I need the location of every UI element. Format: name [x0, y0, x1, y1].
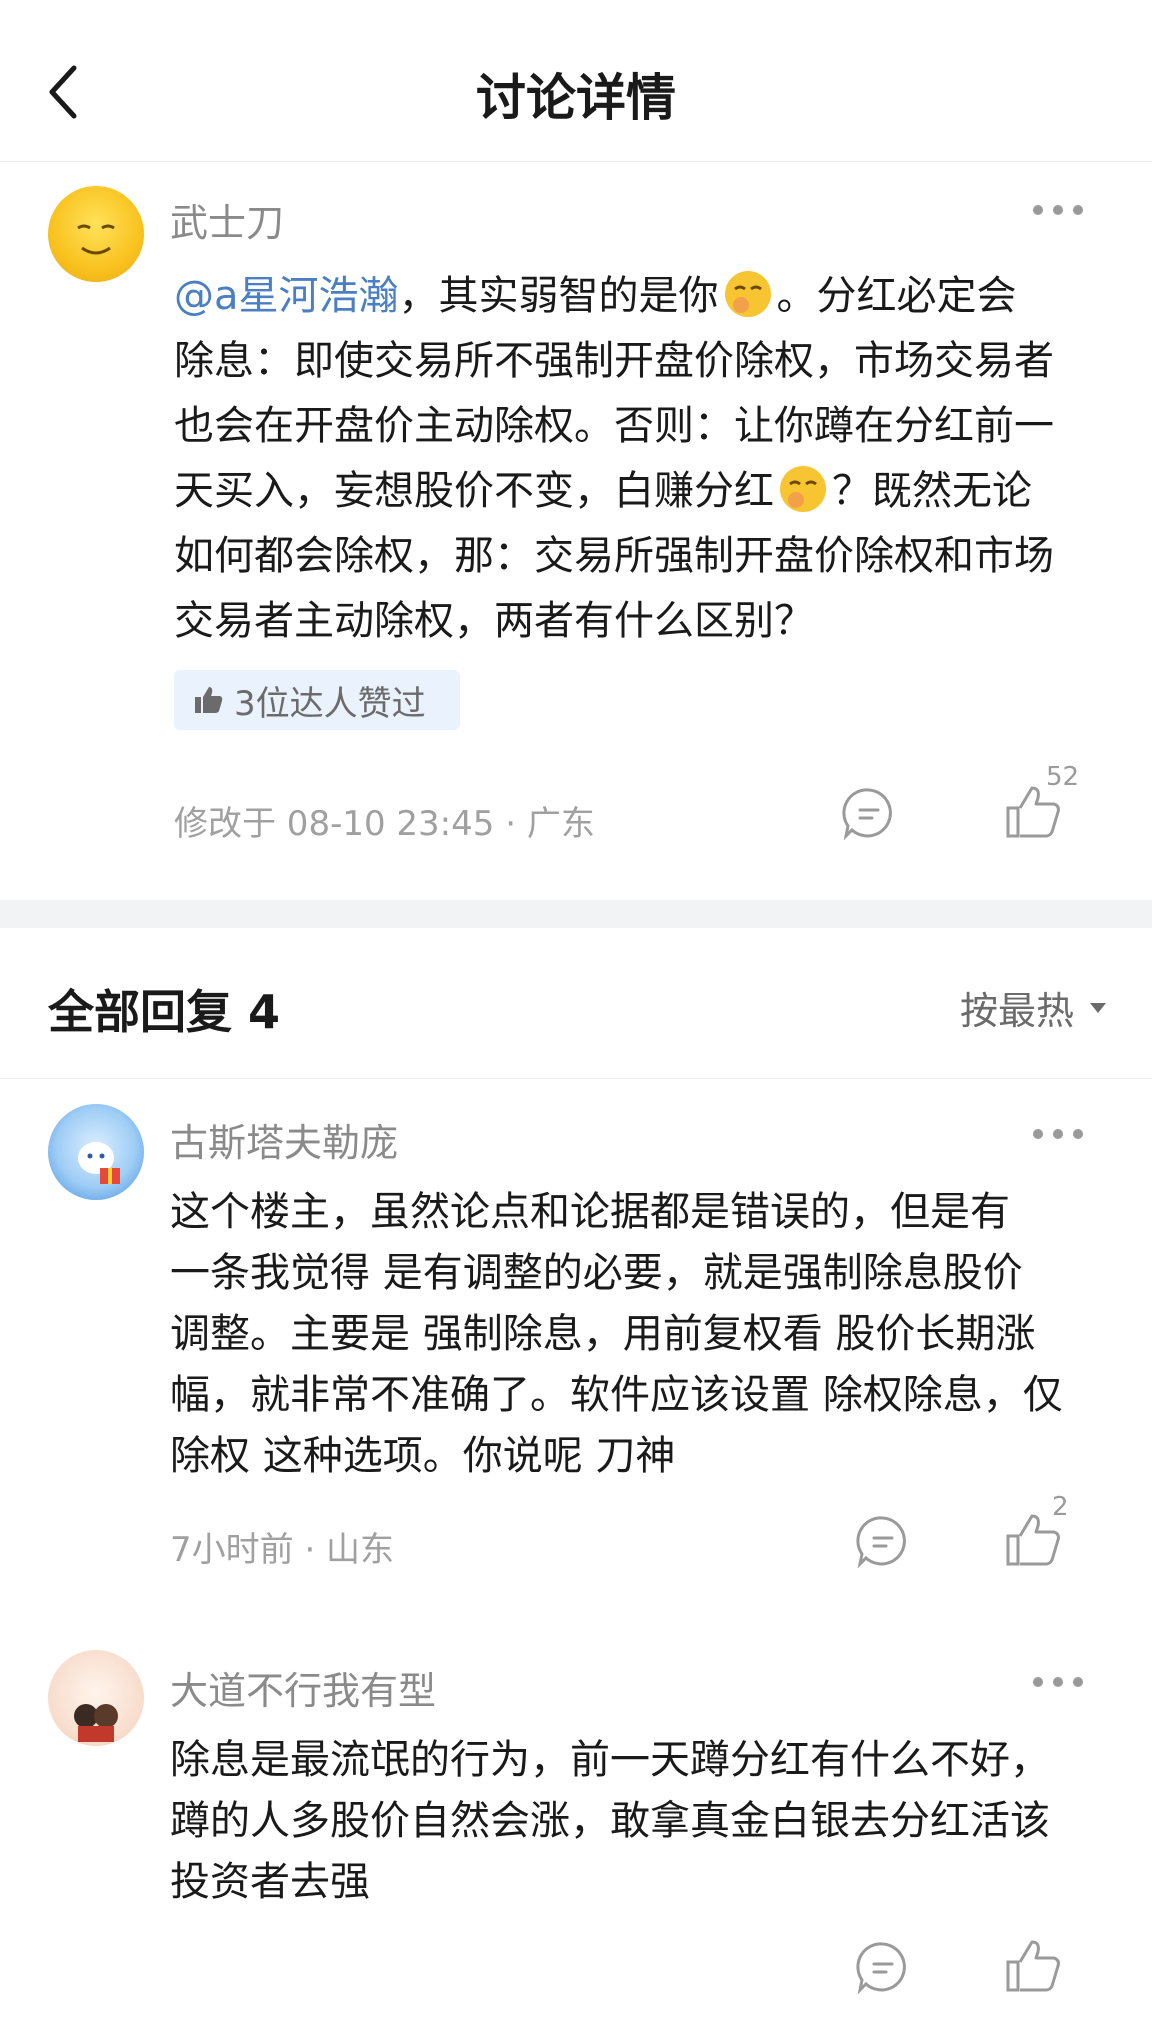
smirk-emoji-icon: [724, 271, 771, 317]
reply-author-name[interactable]: 古斯塔夫勒庞: [170, 1112, 398, 1167]
section-divider: [0, 900, 1152, 928]
post-line: @a星河浩瀚，其实弱智的是你 。分红必定会: [174, 264, 1124, 329]
post-body: @a星河浩瀚，其实弱智的是你 。分红必定会 除息：即使交易所不强制开盘价除权，市场…: [174, 264, 1124, 654]
like-count: 52: [1046, 762, 1080, 792]
reply-meta: 7小时前 · 山东: [170, 1530, 395, 1570]
post-meta: 修改于 08-10 23:45 · 广东: [174, 804, 595, 844]
post-line: 天买入，妄想股价不变，白赚分红 ？既然无论: [174, 459, 1124, 524]
reply-line: 蹲的人多股价自然会涨，敢拿真金白银去分红活该: [170, 1798, 1050, 1844]
like-icon[interactable]: [1004, 784, 1064, 840]
more-dots-icon[interactable]: [1030, 1124, 1086, 1144]
reply-line: 一条我觉得 是有调整的必要，就是强制除息股价: [170, 1250, 1023, 1296]
mention-link[interactable]: @a星河浩瀚: [174, 273, 399, 319]
post-line: 除息：即使交易所不强制开盘价除权，市场交易者: [174, 338, 1054, 384]
avatar[interactable]: [48, 186, 144, 282]
reply-line: 幅，就非常不准确了。软件应该设置 除权除息，仅: [170, 1372, 1063, 1418]
page-title: 讨论详情: [476, 69, 676, 127]
smirk-emoji-icon: [780, 466, 826, 512]
likers-badge[interactable]: 3位达人赞过: [174, 670, 460, 730]
reply-line: 投资者去强: [170, 1859, 370, 1905]
more-dots-icon[interactable]: [1030, 200, 1086, 220]
like-count: 2: [1052, 1492, 1069, 1522]
reply-author-name[interactable]: 大道不行我有型: [170, 1660, 436, 1715]
thumbs-up-icon: [195, 687, 223, 713]
comment-icon[interactable]: [856, 1940, 910, 1994]
post-line: 交易者主动除权，两者有什么区别？: [174, 598, 814, 644]
comment-icon[interactable]: [842, 786, 896, 840]
sort-triangle-icon: [1090, 1002, 1106, 1013]
reply-line: 这个楼主，虽然论点和论据都是错误的，但是有: [170, 1189, 1010, 1235]
likers-text: 3位达人赞过: [234, 683, 426, 724]
more-dots-icon[interactable]: [1030, 1672, 1086, 1692]
sort-label: 按最热: [959, 989, 1074, 1033]
reply-body: 这个楼主，虽然论点和论据都是错误的，但是有 一条我觉得 是有调整的必要，就是强制…: [170, 1182, 1130, 1487]
post-line: 如何都会除权，那：交易所强制开盘价除权和市场: [174, 533, 1054, 579]
reply-line: 除权 这种选项。你说呢 刀神: [170, 1433, 676, 1479]
reply-line: 调整。主要是 强制除息，用前复权看 股价长期涨: [170, 1311, 1036, 1357]
comment-icon[interactable]: [856, 1514, 910, 1568]
divider: [0, 1078, 1152, 1079]
top-bar: 讨论详情: [0, 0, 1152, 162]
replies-title: 全部回复 4: [48, 985, 281, 1039]
avatar[interactable]: [48, 1104, 144, 1200]
reply-body: 除息是最流氓的行为，前一天蹲分红有什么不好， 蹲的人多股价自然会涨，敢拿真金白银…: [170, 1730, 1130, 1913]
avatar[interactable]: [48, 1650, 144, 1746]
post-line: 也会在开盘价主动除权。否则：让你蹲在分红前一: [174, 403, 1054, 449]
post-author-name[interactable]: 武士刀: [170, 192, 284, 247]
reply-line: 除息是最流氓的行为，前一天蹲分红有什么不好，: [170, 1737, 1050, 1783]
sort-dropdown[interactable]: 按最热: [960, 980, 1108, 1035]
like-icon[interactable]: [1004, 1938, 1064, 1994]
